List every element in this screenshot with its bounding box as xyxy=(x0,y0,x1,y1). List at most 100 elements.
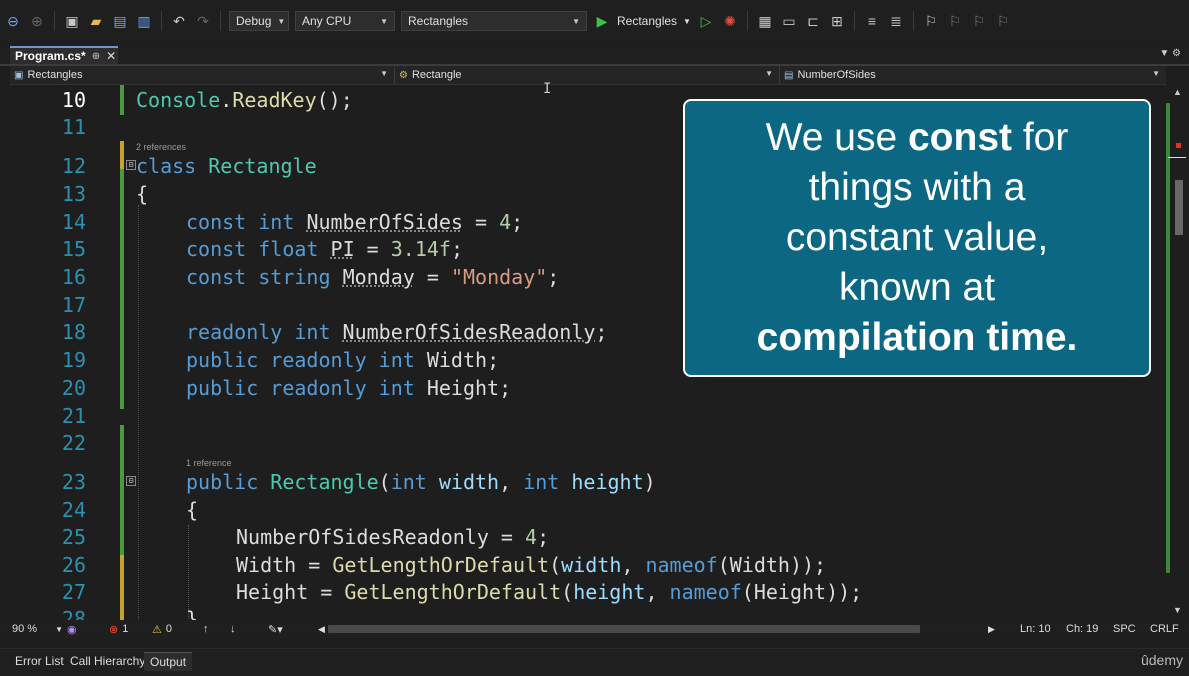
project-dropdown[interactable]: ▣ Rectangles ▼ xyxy=(10,66,395,84)
scrollbar-thumb[interactable] xyxy=(1175,180,1183,235)
code-line: 21 xyxy=(10,403,1164,429)
startup-project-select[interactable]: Rectangles ▼ xyxy=(401,11,587,31)
start-debugging-button[interactable]: ▶ Rectangles ▼ xyxy=(593,13,691,30)
scroll-left-icon[interactable]: ◀ xyxy=(318,624,325,635)
class-icon: ⚙ xyxy=(399,69,408,81)
close-icon[interactable]: ✕ xyxy=(106,49,116,63)
line-number: 24 xyxy=(61,498,86,522)
code-map-icon[interactable]: ⊞ xyxy=(828,13,846,30)
chevron-down-icon: ▼ xyxy=(572,16,580,26)
undo-icon[interactable]: ↶ xyxy=(170,13,188,30)
copilot-icon[interactable]: ◉ xyxy=(67,623,77,636)
tab-error-list[interactable]: Error List xyxy=(15,654,64,668)
breakpoint-toggle-icon[interactable]: ⊏ xyxy=(804,13,822,30)
lesson-callout: We use const for things with a constant … xyxy=(683,99,1151,377)
main-toolbar: ⊖ ⊕ ▣ ▰ ▤ ▥ ↶ ↷ Debug ▼ Any CPU ▼ Rectangl… xyxy=(0,0,1189,42)
line-indicator[interactable]: Ln: 10 xyxy=(1020,623,1051,635)
line-number: 27 xyxy=(61,580,86,604)
line-number: 19 xyxy=(61,348,86,372)
codelens-references[interactable]: 1 reference xyxy=(186,458,232,468)
browse-icon[interactable]: ▦ xyxy=(756,13,774,30)
toolbar-divider xyxy=(746,11,748,31)
error-count-value: 1 xyxy=(122,623,129,635)
start-debugging-label: Rectangles xyxy=(617,14,678,28)
clear-bookmarks-icon[interactable]: ⚐ xyxy=(994,13,1012,30)
prev-bookmark-icon[interactable]: ⚐ xyxy=(946,13,964,30)
open-folder-icon[interactable]: ▰ xyxy=(87,13,105,30)
uncomment-icon[interactable]: ≣ xyxy=(887,13,905,30)
tab-program-cs[interactable]: Program.cs* ⊕ ✕ xyxy=(10,46,118,64)
line-number: 21 xyxy=(61,404,86,428)
next-issue-icon[interactable]: ↓ xyxy=(230,623,236,635)
platform-value: Any CPU xyxy=(302,14,352,28)
start-without-debugging-icon[interactable]: ▷ xyxy=(697,13,715,30)
line-code: readonly int NumberOfSidesReadonly; xyxy=(186,320,608,344)
save-icon[interactable]: ▤ xyxy=(111,13,129,30)
line-number: 13 xyxy=(61,182,86,206)
field-icon: ▤ xyxy=(784,69,794,81)
scroll-down-icon[interactable]: ▼ xyxy=(1173,605,1182,615)
code-line: 23 public Rectangle(int width, int heigh… xyxy=(10,469,1164,495)
type-dropdown-value: Rectangle xyxy=(411,69,462,81)
next-bookmark-icon[interactable]: ⚐ xyxy=(970,13,988,30)
member-dropdown[interactable]: ▤ NumberOfSides ▼ xyxy=(780,66,1166,84)
redo-icon[interactable]: ↷ xyxy=(194,13,212,30)
chevron-down-icon: ▼ xyxy=(55,624,63,634)
back-icon[interactable]: ⊖ xyxy=(4,13,22,30)
callout-emphasis: const xyxy=(907,116,1012,159)
vertical-scrollbar[interactable]: ▲ ▼ xyxy=(1164,85,1189,620)
column-indicator[interactable]: Ch: 19 xyxy=(1066,623,1098,635)
error-icon: ⊗ xyxy=(109,623,119,636)
line-code: public readonly int Width; xyxy=(186,348,500,372)
warning-icon: ⚠ xyxy=(152,623,162,636)
horizontal-scrollbar-thumb[interactable] xyxy=(328,625,920,633)
chevron-down-icon: ▼ xyxy=(277,16,286,26)
line-code: { xyxy=(136,182,149,206)
scroll-up-icon[interactable]: ▲ xyxy=(1173,87,1182,97)
line-ending-indicator[interactable]: CRLF xyxy=(1150,623,1179,635)
toolbar-divider xyxy=(912,11,914,31)
line-code: { xyxy=(186,498,199,522)
callout-line-5: compilation time. xyxy=(756,316,1078,359)
line-number: 16 xyxy=(61,265,86,289)
tab-output[interactable]: Output xyxy=(144,652,193,671)
code-cleanup-icon[interactable]: ✎▾ xyxy=(268,623,283,636)
zoom-value: 90 % xyxy=(12,623,38,635)
solution-config-select[interactable]: Debug ▼ xyxy=(229,11,289,31)
code-line: 28 } xyxy=(10,606,1164,620)
pin-icon[interactable]: ⊕ xyxy=(92,51,100,62)
new-project-icon[interactable]: ▣ xyxy=(63,13,81,30)
layout-icon[interactable]: ▭ xyxy=(780,13,798,30)
codelens-references[interactable]: 2 references xyxy=(136,142,186,152)
error-marker[interactable] xyxy=(1176,143,1181,148)
comment-icon[interactable]: ≡ xyxy=(863,13,881,29)
forward-icon[interactable]: ⊕ xyxy=(28,13,46,30)
line-code: Width = GetLengthOrDefault(width, nameof… xyxy=(236,553,827,577)
callout-line-2: things with a xyxy=(808,166,1026,209)
tab-call-hierarchy[interactable]: Call Hierarchy xyxy=(70,654,145,668)
line-number: 23 xyxy=(61,470,86,494)
hot-reload-icon[interactable]: ✺ xyxy=(721,13,739,30)
tab-overflow-icon[interactable]: ▼ ⚙ xyxy=(1159,48,1181,59)
warning-count[interactable]: ⚠ 0 xyxy=(152,623,172,636)
previous-issue-icon[interactable]: ↑ xyxy=(203,623,209,635)
chevron-down-icon: ▼ xyxy=(380,69,388,78)
line-number: 15 xyxy=(61,237,86,261)
error-count[interactable]: ⊗ 1 xyxy=(109,623,128,636)
line-number: 12 xyxy=(61,154,86,178)
line-code: const string Monday = "Monday"; xyxy=(186,265,560,289)
chevron-down-icon: ▼ xyxy=(765,69,773,78)
callout-line-1: We use const for xyxy=(765,116,1069,159)
line-code: const int NumberOfSides = 4; xyxy=(186,210,524,234)
solution-config-value: Debug xyxy=(236,14,272,28)
caret-position-marker xyxy=(1168,157,1186,158)
line-number: 20 xyxy=(61,376,86,400)
platform-select[interactable]: Any CPU ▼ xyxy=(295,11,395,31)
line-code: } xyxy=(186,607,199,620)
type-dropdown[interactable]: ⚙ Rectangle ▼ xyxy=(395,66,780,84)
bookmark-icon[interactable]: ⚐ xyxy=(922,13,940,30)
scroll-right-icon[interactable]: ▶ xyxy=(988,624,995,635)
save-all-icon[interactable]: ▥ xyxy=(135,13,153,30)
zoom-select[interactable]: 90 % ▼ ◉ xyxy=(12,623,77,636)
whitespace-indicator[interactable]: SPC xyxy=(1113,623,1136,635)
